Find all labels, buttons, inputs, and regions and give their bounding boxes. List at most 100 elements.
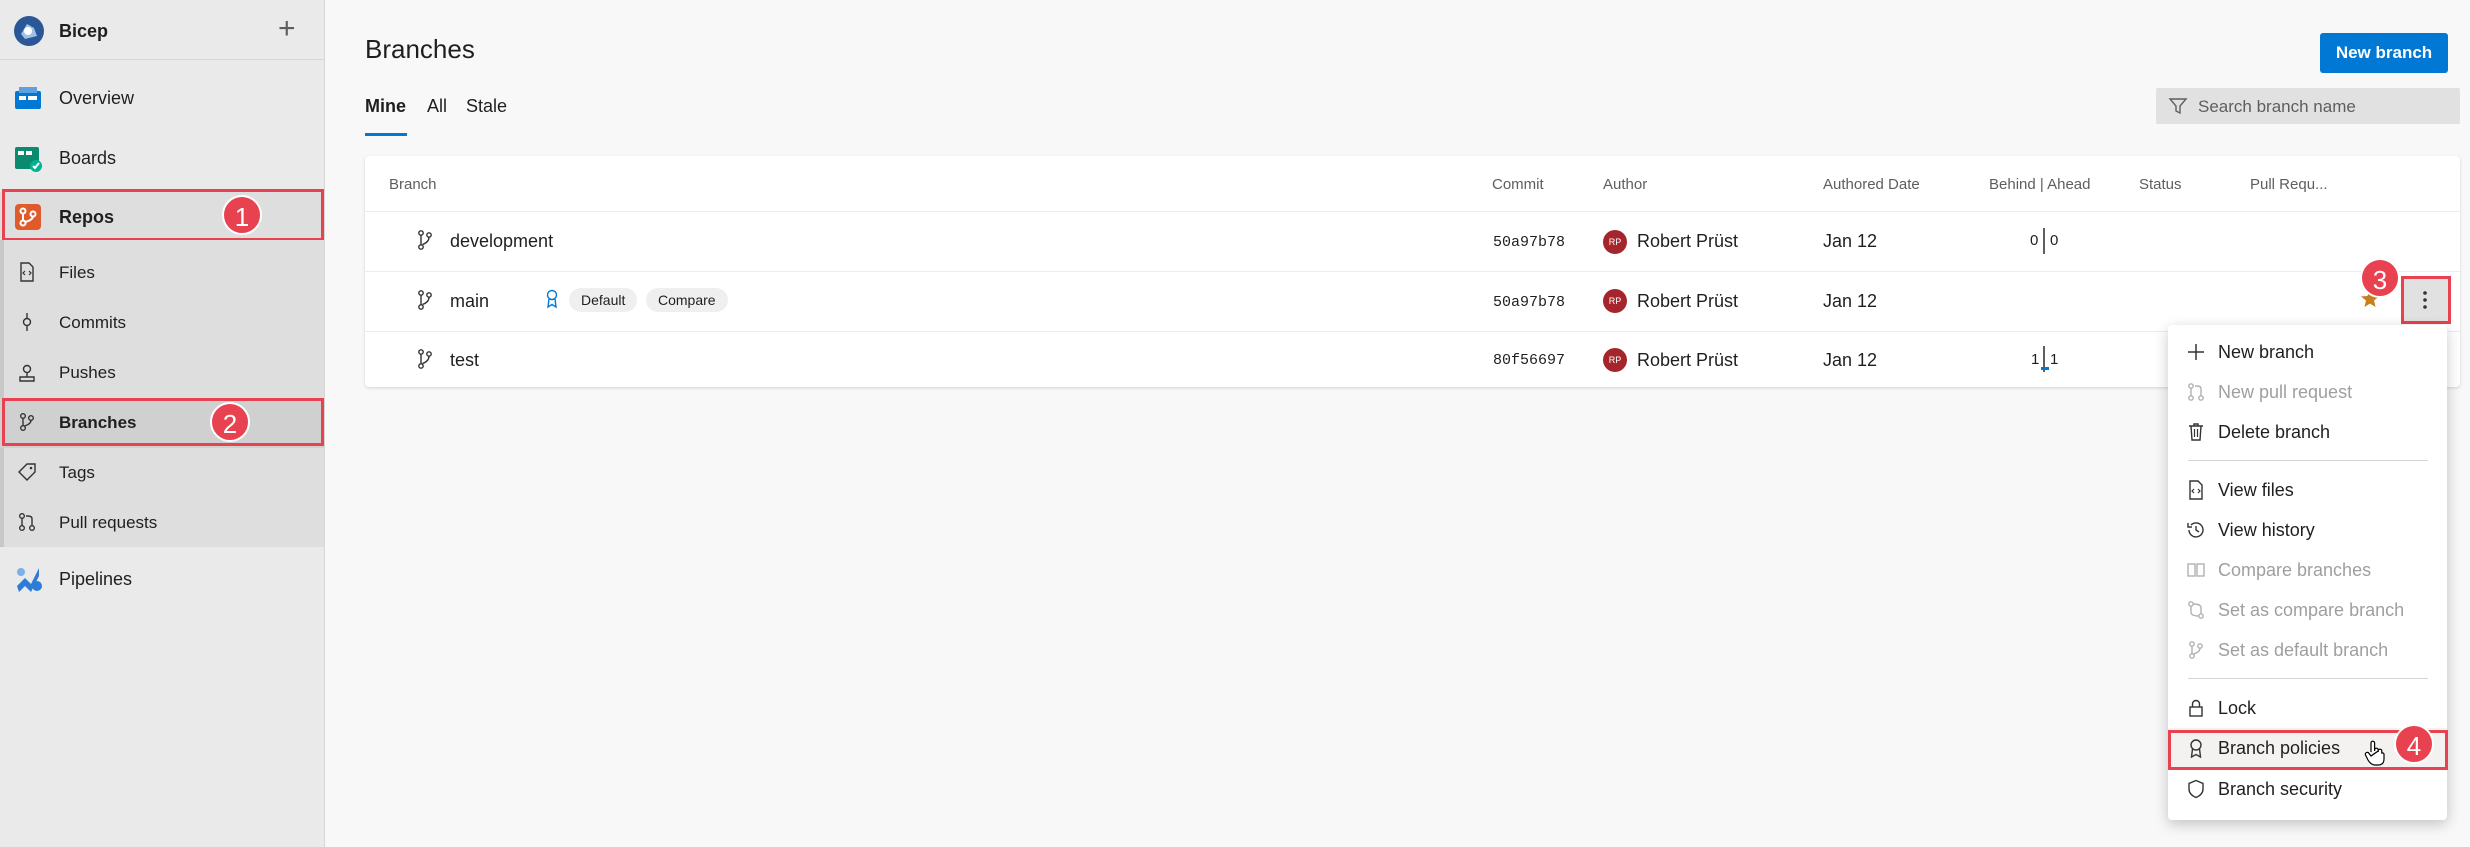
author-name: Robert Prüst xyxy=(1637,350,1739,370)
sidebar-label-pull-requests: Pull requests xyxy=(59,513,158,532)
highlight-repos xyxy=(2,189,324,241)
menu-label: New pull request xyxy=(2218,382,2353,402)
policy-badge-icon xyxy=(546,289,558,309)
menu-label: New branch xyxy=(2218,342,2315,362)
menu-item-compare-branches[interactable]: Compare branches xyxy=(2168,550,2447,590)
hand-cursor-icon xyxy=(2364,740,2385,766)
menu-item-set-default-branch[interactable]: Set as default branch xyxy=(2168,630,2447,670)
delete-icon xyxy=(2189,423,2203,441)
nav-label-pipelines: Pipelines xyxy=(59,569,133,589)
col-header-branch[interactable]: Branch xyxy=(389,176,437,193)
pipelines-icon xyxy=(17,568,42,592)
menu-label: Set as default branch xyxy=(2218,640,2389,660)
tag-icon xyxy=(18,463,36,481)
sidebar-item-pull-requests[interactable]: Pull requests xyxy=(0,498,324,548)
search-branch-input[interactable]: Search branch name xyxy=(2156,88,2460,124)
menu-item-new-pull-request[interactable]: New pull request xyxy=(2168,372,2447,412)
sidebar-item-tags[interactable]: Tags xyxy=(0,448,324,498)
nav-item-pipelines[interactable]: Pipelines xyxy=(0,554,324,604)
menu-item-branch-security[interactable]: Branch security xyxy=(2168,769,2447,809)
commit-id-link[interactable]: 80f56697 xyxy=(1493,352,1565,369)
branch-icon xyxy=(418,290,432,310)
filter-icon xyxy=(2168,98,2188,115)
menu-label: Branch security xyxy=(2218,779,2343,799)
nav-item-boards[interactable]: Boards xyxy=(0,133,324,183)
compare-branch-icon xyxy=(2188,601,2204,619)
col-header-author[interactable]: Author xyxy=(1603,176,1647,193)
tab-stale[interactable]: Stale xyxy=(466,96,507,117)
menu-label: View files xyxy=(2218,480,2294,500)
menu-label: Lock xyxy=(2218,698,2257,718)
new-branch-button[interactable]: New branch xyxy=(2320,33,2448,73)
compare-icon xyxy=(2187,563,2205,577)
behind-ahead-divider xyxy=(2043,228,2045,254)
col-header-commit[interactable]: Commit xyxy=(1492,176,1544,193)
sidebar-item-pushes[interactable]: Pushes xyxy=(0,348,324,398)
sidebar-item-files[interactable]: Files xyxy=(0,248,324,298)
menu-divider xyxy=(2188,460,2428,461)
behind-count: 1 xyxy=(2031,351,2040,368)
col-header-authored-date[interactable]: Authored Date xyxy=(1823,176,1920,193)
boards-icon xyxy=(15,147,42,172)
col-header-behind-ahead[interactable]: Behind | Ahead xyxy=(1989,176,2090,193)
authored-date: Jan 12 xyxy=(1823,231,1878,251)
pull-request-icon xyxy=(2188,383,2204,401)
sidebar-label-files: Files xyxy=(59,263,95,282)
behind-count: 0 xyxy=(2030,232,2039,249)
branch-name-link[interactable]: test xyxy=(450,350,479,371)
tab-mine[interactable]: Mine xyxy=(365,96,406,117)
file-code-icon xyxy=(2189,480,2203,500)
menu-item-view-files[interactable]: View files xyxy=(2168,470,2447,510)
authored-date: Jan 12 xyxy=(1823,350,1878,370)
menu-divider xyxy=(2188,678,2428,679)
menu-label: Set as compare branch xyxy=(2218,600,2405,620)
menu-item-view-history[interactable]: View history xyxy=(2168,510,2447,550)
file-code-icon xyxy=(20,262,34,282)
author-name: Robert Prüst xyxy=(1637,291,1739,311)
compare-badge: Compare xyxy=(646,288,728,312)
project-logo-icon[interactable] xyxy=(12,14,46,48)
branch-name-link[interactable]: development xyxy=(450,231,553,252)
commit-id-link[interactable]: 50a97b78 xyxy=(1493,234,1565,251)
menu-label: View history xyxy=(2218,520,2315,540)
add-icon[interactable]: + xyxy=(278,14,296,44)
history-icon xyxy=(2187,522,2204,538)
col-header-status[interactable]: Status xyxy=(2139,176,2182,193)
sidebar-label-pushes: Pushes xyxy=(59,363,116,382)
sidebar-label-tags: Tags xyxy=(59,463,95,482)
highlight-branches xyxy=(2,398,324,446)
default-badge: Default xyxy=(569,288,638,312)
commit-icon xyxy=(22,313,32,331)
menu-item-new-branch[interactable]: New branch xyxy=(2168,332,2447,372)
ahead-count: 1 xyxy=(2050,351,2059,368)
highlight-more-actions xyxy=(2401,276,2451,324)
nav-label-overview: Overview xyxy=(59,88,135,108)
add-icon xyxy=(2188,344,2204,360)
menu-item-delete-branch[interactable]: Delete branch xyxy=(2168,412,2447,452)
sidebar-label-commits: Commits xyxy=(59,313,127,332)
menu-item-set-compare-branch[interactable]: Set as compare branch xyxy=(2168,590,2447,630)
sidebar-item-commits[interactable]: Commits xyxy=(0,298,324,348)
commit-id-link[interactable]: 50a97b78 xyxy=(1493,294,1565,311)
branch-icon xyxy=(2189,641,2203,659)
avatar: RP xyxy=(1603,348,1627,372)
project-name[interactable]: Bicep xyxy=(59,21,108,42)
nav-item-overview[interactable]: Overview xyxy=(0,73,324,123)
tab-all[interactable]: All xyxy=(427,96,447,117)
sidebar-divider xyxy=(0,59,324,60)
table-row[interactable] xyxy=(365,332,2460,387)
pull-request-icon xyxy=(19,513,35,531)
branch-icon xyxy=(418,230,432,250)
authored-date: Jan 12 xyxy=(1823,291,1878,311)
search-placeholder: Search branch name xyxy=(2198,97,2356,116)
callout-2: 2 xyxy=(210,402,250,442)
nav-label-boards: Boards xyxy=(59,148,117,168)
avatar: RP xyxy=(1603,289,1627,313)
menu-item-lock[interactable]: Lock xyxy=(2168,688,2447,728)
table-row[interactable] xyxy=(365,212,2460,271)
branch-name-link[interactable]: main xyxy=(450,291,489,312)
menu-label: Compare branches xyxy=(2218,560,2372,580)
branch-icon xyxy=(418,349,432,369)
col-header-pull-request[interactable]: Pull Requ... xyxy=(2250,176,2328,193)
overview-icon xyxy=(15,87,41,109)
